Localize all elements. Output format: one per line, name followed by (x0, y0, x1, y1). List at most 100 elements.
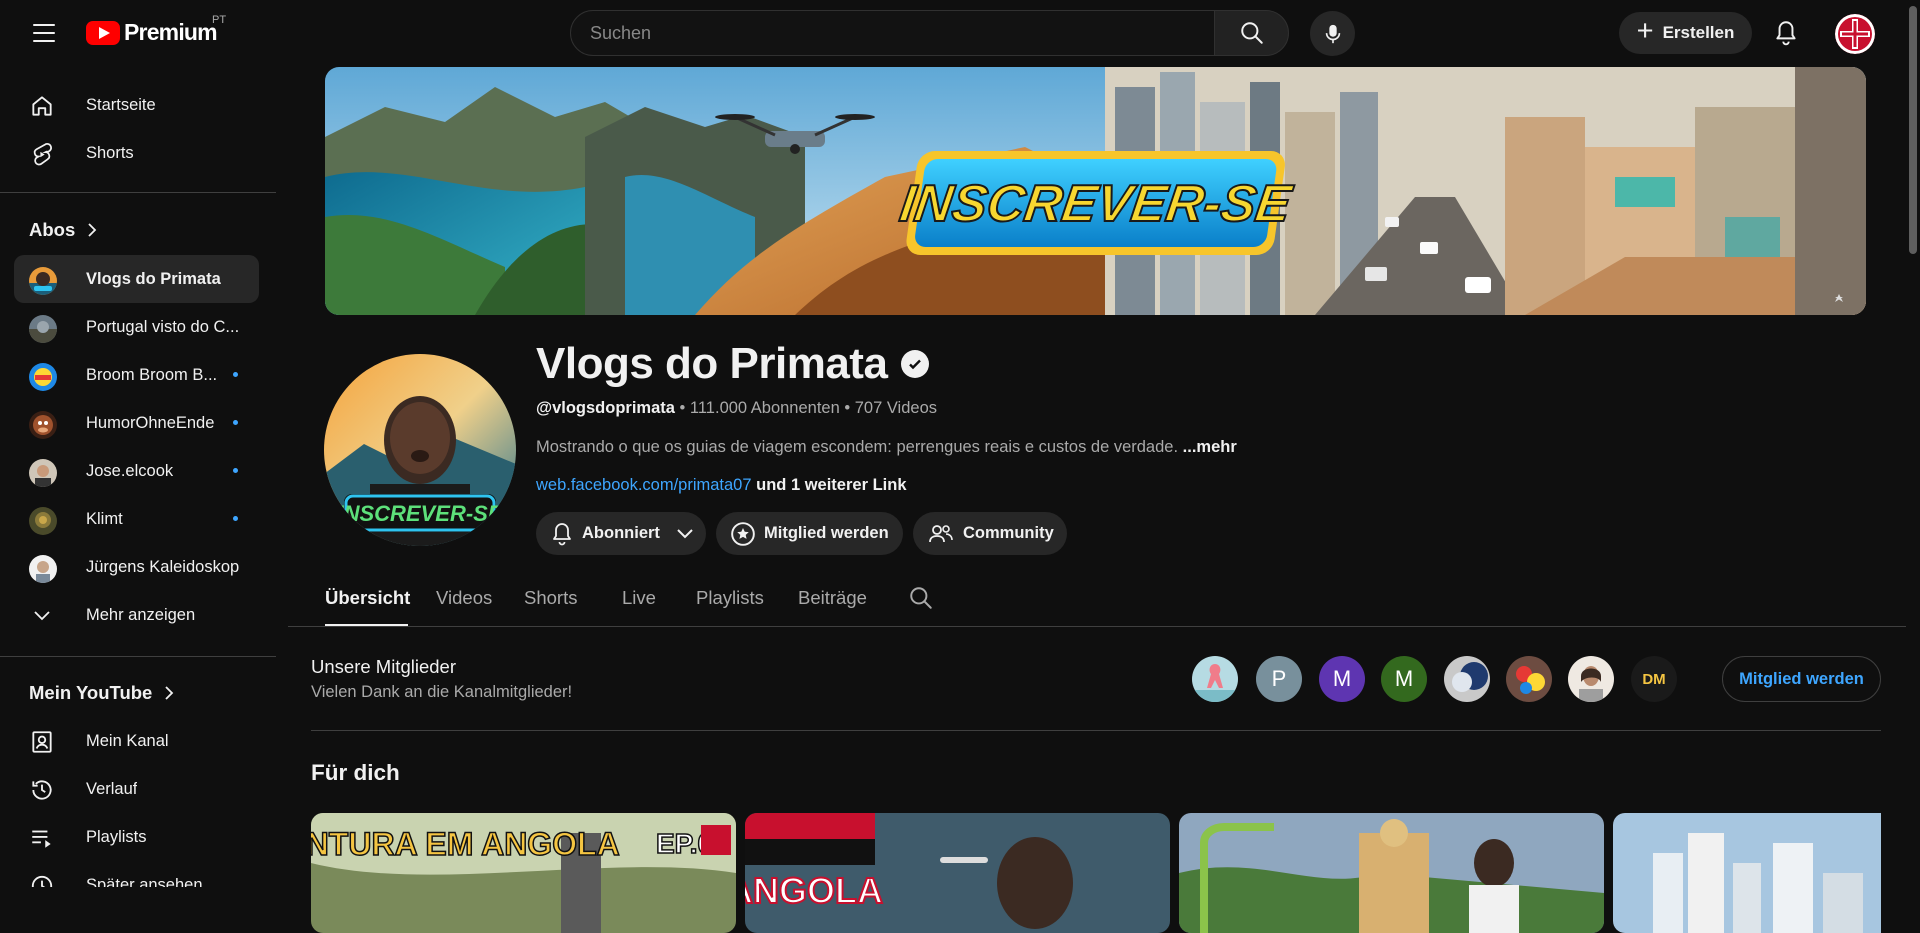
channel-avatar (29, 555, 57, 583)
sidebar-item-jose-elcook[interactable]: Jose.elcook (14, 447, 259, 495)
sidebar-item-playlists[interactable]: Playlists (14, 813, 259, 861)
create-button[interactable]: + Erstellen (1619, 12, 1752, 54)
subscriptions-header[interactable]: Abos (29, 219, 97, 241)
search-input[interactable] (590, 22, 1214, 44)
chevron-down-icon (677, 528, 693, 538)
subscribed-label: Abonniert (582, 524, 660, 542)
channel-banner: INSCREVER-SE (325, 67, 1866, 315)
member-avatar[interactable] (1568, 656, 1614, 702)
sidebar-item-label: Verlauf (86, 780, 138, 798)
subscriber-count: 111.000 Abonnenten (689, 399, 840, 417)
sidebar-item-label: Portugal visto do C... (86, 318, 240, 336)
video-thumbnail[interactable]: AVENTURA EM ANGOLA EP.04 (311, 813, 736, 933)
bell-icon (1776, 21, 1796, 46)
member-avatar[interactable]: M (1319, 656, 1365, 702)
new-content-dot (233, 468, 238, 473)
home-icon (29, 93, 55, 119)
watch-later-icon (29, 873, 55, 887)
account-avatar[interactable] (1835, 14, 1875, 54)
member-avatar[interactable] (1444, 656, 1490, 702)
channel-handle: @vlogsdoprimata (536, 399, 675, 417)
tab-videos[interactable]: Videos (436, 587, 492, 609)
bell-icon (553, 522, 571, 545)
member-avatar[interactable] (1506, 656, 1552, 702)
video-thumbnail-title: ANGOLA (745, 870, 883, 911)
you-header-label: Mein YouTube (29, 682, 153, 703)
description-more[interactable]: ...mehr (1183, 438, 1237, 456)
video-thumbnail[interactable] (1179, 813, 1604, 933)
member-avatar[interactable]: DM (1631, 656, 1677, 702)
tab-playlists[interactable]: Playlists (696, 587, 764, 609)
member-avatar[interactable]: P (1256, 656, 1302, 702)
video-thumbnail[interactable]: ANGOLA (745, 813, 1170, 933)
sidebar-item-portugal-visto[interactable]: Portugal visto do C... (14, 303, 259, 351)
member-avatar[interactable]: M (1381, 656, 1427, 702)
members-title: Unsere Mitglieder (311, 656, 456, 677)
logo-region: PT (212, 14, 227, 26)
sidebar-item-my-channel[interactable]: Mein Kanal (14, 717, 259, 765)
plus-icon: + (1636, 15, 1654, 47)
you-header[interactable]: Mein YouTube (29, 682, 174, 704)
menu-icon[interactable] (24, 17, 64, 49)
logo-text: Premium (124, 19, 218, 45)
channel-meta: @vlogsdoprimata • 111.000 Abonnenten • 7… (536, 399, 937, 418)
for-you-title: Für dich (311, 760, 400, 785)
join-member-button[interactable]: Mitglied werden (716, 512, 903, 555)
channel-name: Vlogs do Primata (536, 339, 930, 389)
sidebar-item-shorts[interactable]: Shorts (14, 129, 259, 177)
tab-live[interactable]: Live (622, 587, 656, 609)
sidebar-item-watch-later[interactable]: Später ansehen (14, 861, 259, 887)
sidebar-item-label: HumorOhneEnde (86, 414, 215, 432)
banner-image: INSCREVER-SE (325, 67, 1866, 315)
notifications-button[interactable] (1765, 12, 1807, 54)
community-label: Community (963, 524, 1054, 542)
subscribed-button[interactable]: Abonniert (536, 512, 706, 555)
sidebar-item-home[interactable]: Startseite (14, 81, 259, 129)
members-join-button[interactable]: Mitglied werden (1722, 656, 1881, 702)
sidebar-divider (0, 192, 276, 193)
tab-shorts[interactable]: Shorts (524, 587, 577, 609)
search-button[interactable] (1214, 10, 1289, 56)
sidebar-item-juergens-kaleidoskop[interactable]: Jürgens Kaleidoskop (14, 543, 259, 591)
meta-separator: • (674, 399, 690, 417)
show-more-button[interactable]: Mehr anzeigen (14, 591, 259, 639)
tab-search[interactable] (908, 585, 934, 616)
voice-search-button[interactable] (1310, 11, 1355, 56)
video-thumbnail-image (1613, 813, 1881, 933)
video-count: 707 Videos (854, 399, 938, 417)
channel-avatar (29, 363, 57, 391)
tab-overview[interactable]: Übersicht (325, 587, 410, 609)
description-text: Mostrando o que os guias de viagem escon… (536, 438, 1179, 456)
more-links[interactable]: und 1 weiterer Link (756, 476, 906, 494)
subscriptions-header-label: Abos (29, 219, 76, 240)
scrollbar-thumb[interactable] (1909, 6, 1917, 254)
banner-subscribe-text: INSCREVER-SE (896, 175, 1296, 233)
sidebar-item-label: Shorts (86, 144, 134, 162)
channel-avatar-large[interactable]: INSCREVER-SE (324, 354, 516, 546)
channel-avatar (29, 315, 57, 343)
sidebar-item-humorohneende[interactable]: HumorOhneEnde (14, 399, 259, 447)
star-badge-icon (731, 521, 755, 546)
create-label: Erstellen (1662, 23, 1735, 42)
microphone-icon (1325, 24, 1340, 43)
youtube-premium-logo[interactable]: Premium (86, 19, 218, 46)
search-icon (910, 587, 932, 609)
facebook-link[interactable]: web.facebook.com/primata07 (536, 476, 752, 494)
people-icon (929, 524, 953, 542)
sidebar-item-label: Vlogs do Primata (86, 270, 221, 288)
member-avatar[interactable] (1192, 656, 1238, 702)
sidebar-item-broom-broom[interactable]: Broom Broom B... (14, 351, 259, 399)
channel-description[interactable]: Mostrando o que os guias de viagem escon… (536, 438, 1237, 457)
video-thumbnail[interactable] (1613, 813, 1881, 933)
tab-posts[interactable]: Beiträge (798, 587, 867, 609)
show-more-label: Mehr anzeigen (86, 606, 196, 624)
chevron-right-icon (165, 686, 174, 700)
sidebar-item-klimt[interactable]: Klimt (14, 495, 259, 543)
sidebar-item-label: Jose.elcook (86, 462, 174, 480)
shorts-icon (29, 141, 55, 167)
sidebar-item-vlogs-do-primata[interactable]: Vlogs do Primata (14, 255, 259, 303)
sidebar-item-history[interactable]: Verlauf (14, 765, 259, 813)
channel-avatar (29, 411, 57, 439)
community-button[interactable]: Community (913, 512, 1067, 555)
sidebar-item-label: Klimt (86, 510, 123, 528)
